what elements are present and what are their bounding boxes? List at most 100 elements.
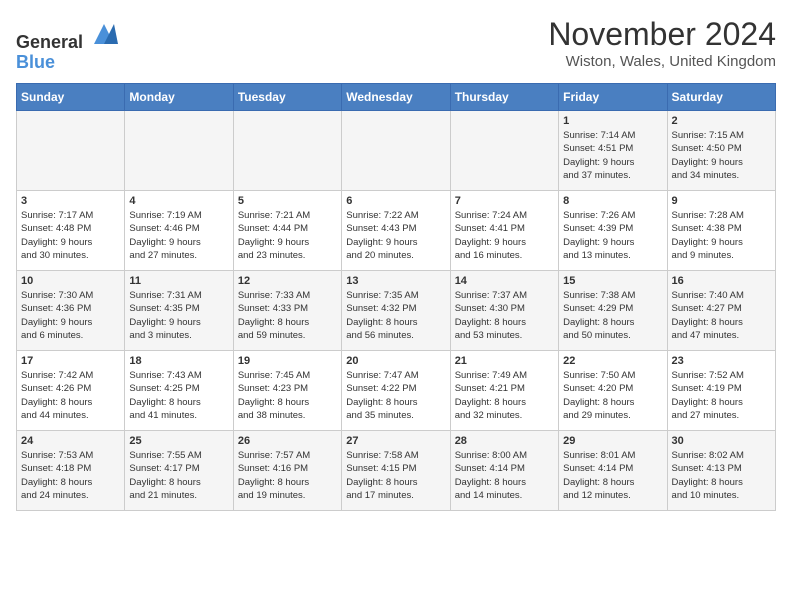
day-info: Sunrise: 7:42 AM Sunset: 4:26 PM Dayligh…	[21, 369, 120, 422]
day-number: 23	[672, 355, 771, 367]
day-number: 21	[455, 355, 554, 367]
day-info: Sunrise: 7:58 AM Sunset: 4:15 PM Dayligh…	[346, 449, 445, 502]
day-info: Sunrise: 7:28 AM Sunset: 4:38 PM Dayligh…	[672, 209, 771, 262]
day-cell: 2Sunrise: 7:15 AM Sunset: 4:50 PM Daylig…	[667, 111, 775, 191]
day-cell: 8Sunrise: 7:26 AM Sunset: 4:39 PM Daylig…	[559, 191, 667, 271]
day-cell	[125, 111, 233, 191]
day-cell: 6 Sunrise: 7:22 AM Sunset: 4:43 PM Daylig…	[342, 191, 450, 271]
day-info: Sunrise: 7:17 AM Sunset: 4:48 PM Dayligh…	[21, 209, 120, 262]
day-number: 13	[346, 275, 445, 287]
day-number: 20	[346, 355, 445, 367]
day-cell: 15 Sunrise: 7:38 AM Sunset: 4:29 PM Dayli…	[559, 271, 667, 351]
day-cell: 18 Sunrise: 7:43 AM Sunset: 4:25 PM Dayli…	[125, 351, 233, 431]
week-row-3: 10 Sunrise: 7:30 AM Sunset: 4:36 PM Dayli…	[17, 271, 776, 351]
day-cell: 29 Sunrise: 8:01 AM Sunset: 4:14 PM Dayli…	[559, 431, 667, 511]
day-cell: 25 Sunrise: 7:55 AM Sunset: 4:17 PM Dayli…	[125, 431, 233, 511]
title-area: November 2024 Wiston, Wales, United King…	[548, 16, 776, 70]
day-cell: 20 Sunrise: 7:47 AM Sunset: 4:22 PM Dayli…	[342, 351, 450, 431]
week-row-4: 17 Sunrise: 7:42 AM Sunset: 4:26 PM Dayli…	[17, 351, 776, 431]
day-info: Sunrise: 7:19 AM Sunset: 4:46 PM Dayligh…	[129, 209, 228, 262]
day-number: 17	[21, 355, 120, 367]
day-cell	[342, 111, 450, 191]
day-number: 30	[672, 435, 771, 447]
day-number: 15	[563, 275, 662, 287]
day-cell	[233, 111, 341, 191]
day-cell: 9 Sunrise: 7:28 AM Sunset: 4:38 PM Daylig…	[667, 191, 775, 271]
day-number: 1	[563, 115, 662, 127]
day-info: Sunrise: 7:45 AM Sunset: 4:23 PM Dayligh…	[238, 369, 337, 422]
day-cell: 14 Sunrise: 7:37 AM Sunset: 4:30 PM Dayli…	[450, 271, 558, 351]
day-number: 10	[21, 275, 120, 287]
day-info: Sunrise: 7:22 AM Sunset: 4:43 PM Dayligh…	[346, 209, 445, 262]
day-number: 11	[129, 275, 228, 287]
day-number: 29	[563, 435, 662, 447]
day-number: 6	[346, 195, 445, 207]
day-info: Sunrise: 7:31 AM Sunset: 4:35 PM Dayligh…	[129, 289, 228, 342]
day-number: 22	[563, 355, 662, 367]
day-info: Sunrise: 7:47 AM Sunset: 4:22 PM Dayligh…	[346, 369, 445, 422]
header: General Blue November 2024 Wiston, Wales…	[16, 16, 776, 73]
weekday-header-row: SundayMondayTuesdayWednesdayThursdayFrid…	[17, 84, 776, 111]
week-row-1: 1Sunrise: 7:14 AM Sunset: 4:51 PM Daylig…	[17, 111, 776, 191]
calendar-table: SundayMondayTuesdayWednesdayThursdayFrid…	[16, 83, 776, 511]
day-info: Sunrise: 8:01 AM Sunset: 4:14 PM Dayligh…	[563, 449, 662, 502]
day-cell: 24Sunrise: 7:53 AM Sunset: 4:18 PM Dayli…	[17, 431, 125, 511]
day-number: 18	[129, 355, 228, 367]
day-cell: 3 Sunrise: 7:17 AM Sunset: 4:48 PM Daylig…	[17, 191, 125, 271]
week-row-2: 3 Sunrise: 7:17 AM Sunset: 4:48 PM Daylig…	[17, 191, 776, 271]
day-info: Sunrise: 7:21 AM Sunset: 4:44 PM Dayligh…	[238, 209, 337, 262]
day-cell: 13Sunrise: 7:35 AM Sunset: 4:32 PM Dayli…	[342, 271, 450, 351]
day-number: 16	[672, 275, 771, 287]
day-info: Sunrise: 7:55 AM Sunset: 4:17 PM Dayligh…	[129, 449, 228, 502]
day-number: 26	[238, 435, 337, 447]
day-cell: 30Sunrise: 8:02 AM Sunset: 4:13 PM Dayli…	[667, 431, 775, 511]
day-number: 9	[672, 195, 771, 207]
day-info: Sunrise: 7:38 AM Sunset: 4:29 PM Dayligh…	[563, 289, 662, 342]
day-number: 14	[455, 275, 554, 287]
day-cell: 22 Sunrise: 7:50 AM Sunset: 4:20 PM Dayli…	[559, 351, 667, 431]
day-number: 7	[455, 195, 554, 207]
day-number: 5	[238, 195, 337, 207]
day-number: 25	[129, 435, 228, 447]
weekday-header-wednesday: Wednesday	[342, 84, 450, 111]
day-cell: 1Sunrise: 7:14 AM Sunset: 4:51 PM Daylig…	[559, 111, 667, 191]
day-cell: 7 Sunrise: 7:24 AM Sunset: 4:41 PM Daylig…	[450, 191, 558, 271]
day-cell: 5 Sunrise: 7:21 AM Sunset: 4:44 PM Daylig…	[233, 191, 341, 271]
logo-blue-text: Blue	[16, 52, 55, 72]
day-cell: 26 Sunrise: 7:57 AM Sunset: 4:16 PM Dayli…	[233, 431, 341, 511]
day-info: Sunrise: 7:24 AM Sunset: 4:41 PM Dayligh…	[455, 209, 554, 262]
day-info: Sunrise: 7:57 AM Sunset: 4:16 PM Dayligh…	[238, 449, 337, 502]
day-info: Sunrise: 7:53 AM Sunset: 4:18 PM Dayligh…	[21, 449, 120, 502]
day-info: Sunrise: 7:43 AM Sunset: 4:25 PM Dayligh…	[129, 369, 228, 422]
day-cell: 17 Sunrise: 7:42 AM Sunset: 4:26 PM Dayli…	[17, 351, 125, 431]
weekday-header-saturday: Saturday	[667, 84, 775, 111]
logo-icon	[90, 20, 118, 48]
weekday-header-monday: Monday	[125, 84, 233, 111]
day-number: 4	[129, 195, 228, 207]
day-number: 8	[563, 195, 662, 207]
day-cell: 19 Sunrise: 7:45 AM Sunset: 4:23 PM Dayli…	[233, 351, 341, 431]
day-cell	[450, 111, 558, 191]
day-cell: 10 Sunrise: 7:30 AM Sunset: 4:36 PM Dayli…	[17, 271, 125, 351]
day-info: Sunrise: 7:30 AM Sunset: 4:36 PM Dayligh…	[21, 289, 120, 342]
day-info: Sunrise: 8:00 AM Sunset: 4:14 PM Dayligh…	[455, 449, 554, 502]
day-number: 3	[21, 195, 120, 207]
month-title: November 2024	[548, 16, 776, 53]
day-info: Sunrise: 7:52 AM Sunset: 4:19 PM Dayligh…	[672, 369, 771, 422]
day-cell: 12 Sunrise: 7:33 AM Sunset: 4:33 PM Dayli…	[233, 271, 341, 351]
day-info: Sunrise: 7:33 AM Sunset: 4:33 PM Dayligh…	[238, 289, 337, 342]
day-cell: 11 Sunrise: 7:31 AM Sunset: 4:35 PM Dayli…	[125, 271, 233, 351]
day-info: Sunrise: 7:49 AM Sunset: 4:21 PM Dayligh…	[455, 369, 554, 422]
day-number: 12	[238, 275, 337, 287]
day-number: 19	[238, 355, 337, 367]
day-cell: 4 Sunrise: 7:19 AM Sunset: 4:46 PM Daylig…	[125, 191, 233, 271]
location-title: Wiston, Wales, United Kingdom	[548, 53, 776, 70]
day-number: 27	[346, 435, 445, 447]
weekday-header-sunday: Sunday	[17, 84, 125, 111]
day-cell	[17, 111, 125, 191]
day-info: Sunrise: 7:37 AM Sunset: 4:30 PM Dayligh…	[455, 289, 554, 342]
week-row-5: 24Sunrise: 7:53 AM Sunset: 4:18 PM Dayli…	[17, 431, 776, 511]
day-number: 2	[672, 115, 771, 127]
day-info: Sunrise: 7:50 AM Sunset: 4:20 PM Dayligh…	[563, 369, 662, 422]
day-cell: 16Sunrise: 7:40 AM Sunset: 4:27 PM Dayli…	[667, 271, 775, 351]
